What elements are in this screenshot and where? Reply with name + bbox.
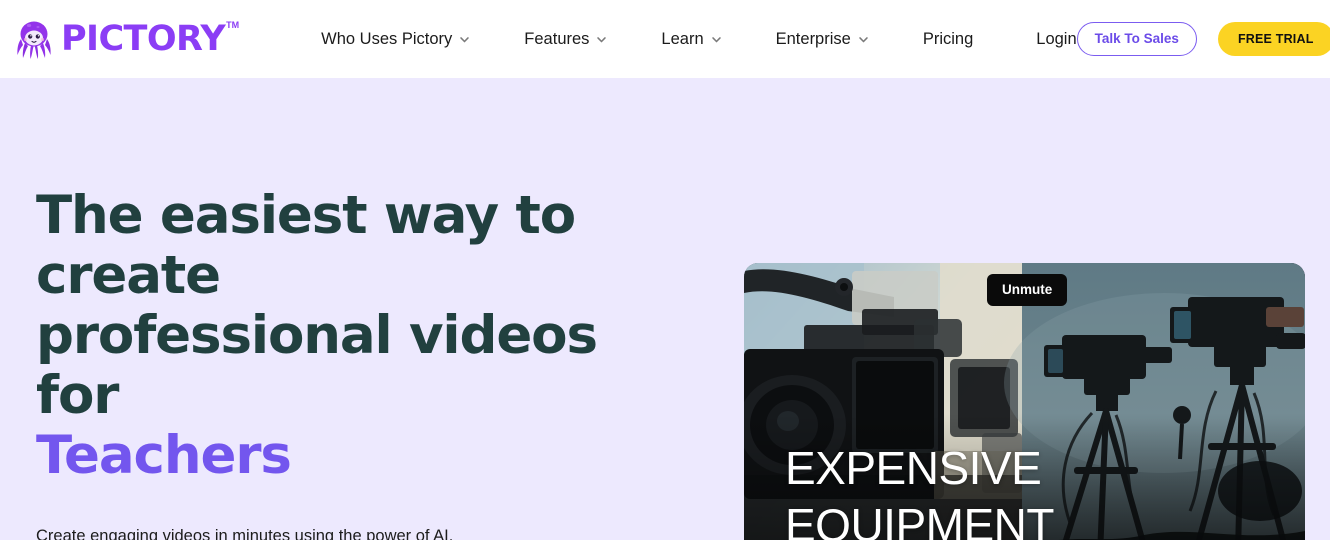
site-header: PICTORY TM Who Uses Pictory Features Lea… bbox=[0, 0, 1330, 78]
main-navigation: Who Uses Pictory Features Learn Enterpri… bbox=[321, 24, 1076, 55]
hero-copy: The easiest way to create professional v… bbox=[36, 186, 696, 540]
free-trial-button[interactable]: FREE TRIAL bbox=[1217, 21, 1330, 57]
unmute-button[interactable]: Unmute bbox=[987, 274, 1068, 306]
chevron-down-icon bbox=[711, 36, 721, 42]
landing-page: PICTORY TM Who Uses Pictory Features Lea… bbox=[0, 0, 1330, 540]
hero-section: The easiest way to create professional v… bbox=[0, 78, 1330, 540]
nav-label: Who Uses Pictory bbox=[321, 29, 453, 48]
nav-item-pricing[interactable]: Pricing bbox=[923, 24, 973, 55]
chevron-down-icon bbox=[597, 36, 607, 42]
nav-item-learn[interactable]: Learn bbox=[661, 24, 721, 55]
talk-to-sales-button[interactable]: Talk To Sales bbox=[1076, 22, 1197, 56]
nav-label: Enterprise bbox=[775, 29, 851, 48]
nav-label: Learn bbox=[661, 29, 704, 48]
nav-label: Features bbox=[524, 29, 590, 48]
nav-item-enterprise[interactable]: Enterprise bbox=[776, 24, 869, 55]
header-actions: Talk To Sales FREE TRIAL bbox=[1076, 21, 1330, 57]
nav-item-login[interactable]: Login bbox=[1036, 24, 1076, 55]
page-title: The easiest way to create professional v… bbox=[36, 186, 696, 485]
chevron-down-icon bbox=[460, 36, 470, 42]
pictory-logo[interactable]: PICTORY TM bbox=[12, 17, 239, 61]
hero-title-line-1: The easiest way to create bbox=[36, 185, 576, 306]
nav-item-who-uses-pictory[interactable]: Who Uses Pictory bbox=[321, 24, 470, 55]
trademark-symbol: TM bbox=[226, 19, 240, 30]
hero-subtitle: Create engaging videos in minutes using … bbox=[36, 527, 454, 540]
nav-item-features[interactable]: Features bbox=[524, 24, 607, 55]
hero-title-accent-word: Teachers bbox=[36, 424, 292, 486]
logo-wordmark: PICTORY bbox=[61, 18, 226, 59]
nav-label: Pricing bbox=[922, 29, 974, 48]
octopus-mascot-icon bbox=[17, 21, 51, 59]
hero-video-player[interactable]: Unmute EXPENSIVE EQUIPMENT bbox=[744, 263, 1305, 540]
chevron-down-icon bbox=[859, 36, 868, 42]
nav-label: Login bbox=[1036, 29, 1077, 48]
hero-title-line-2: professional videos for bbox=[36, 304, 598, 426]
